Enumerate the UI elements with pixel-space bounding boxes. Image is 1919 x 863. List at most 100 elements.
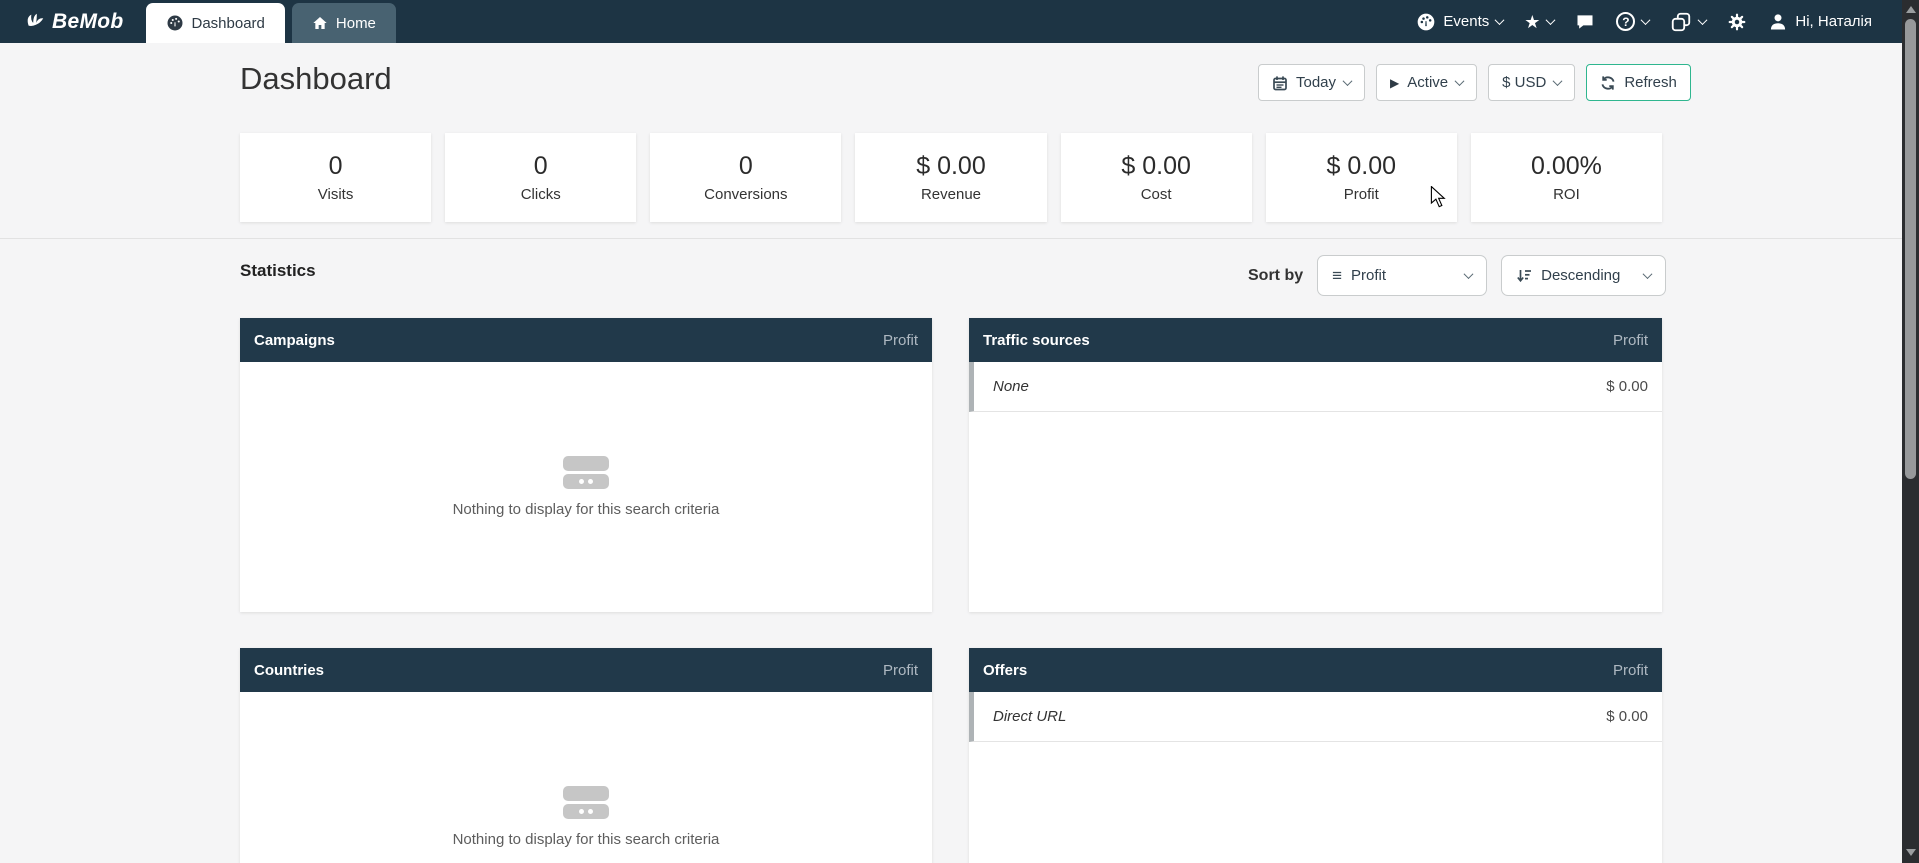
kpi-value: 0.00% — [1531, 152, 1602, 181]
kpi-card-conversions: 0 Conversions — [650, 133, 841, 222]
database-icon-dot — [579, 809, 584, 814]
database-icon-top — [563, 786, 609, 801]
panel-traffic-sources-header: Traffic sources Profit — [969, 318, 1662, 362]
status-filter-label: Active — [1407, 74, 1448, 91]
table-row[interactable]: Direct URL $ 0.00 — [969, 692, 1662, 742]
refresh-button[interactable]: Refresh — [1586, 64, 1691, 101]
tab-dashboard-label: Dashboard — [192, 15, 265, 32]
table-row[interactable]: None $ 0.00 — [969, 362, 1662, 412]
kpi-card-revenue: $ 0.00 Revenue — [855, 133, 1046, 222]
scrollbar-down-arrow-icon[interactable] — [1906, 849, 1916, 856]
kpi-label: Conversions — [704, 186, 787, 203]
chevron-down-icon — [1643, 269, 1653, 279]
row-name: None — [993, 378, 1029, 395]
chevron-down-icon — [1641, 15, 1651, 25]
sort-field-value: Profit — [1351, 267, 1386, 284]
kpi-value: $ 0.00 — [1327, 152, 1397, 181]
sort-field-icon: ≡ — [1332, 266, 1342, 286]
panel-column-label: Profit — [883, 662, 918, 679]
scrollbar-up-arrow-icon[interactable] — [1906, 6, 1916, 13]
settings-button[interactable] — [1727, 12, 1747, 32]
scrollbar-thumb[interactable] — [1905, 19, 1916, 479]
chevron-down-icon — [1553, 76, 1563, 86]
panel-campaigns-empty-state: Nothing to display for this search crite… — [240, 362, 932, 612]
dashboard-toolbar: Today ▶ Active $ USD Refresh — [1258, 64, 1691, 101]
database-icon — [563, 786, 609, 819]
status-filter-button[interactable]: ▶ Active — [1376, 64, 1477, 101]
kpi-cards-row: 0 Visits 0 Clicks 0 Conversions $ 0.00 R… — [240, 133, 1662, 222]
kpi-label: Cost — [1141, 186, 1172, 203]
user-menu[interactable]: Hi, Наталія — [1768, 12, 1872, 32]
kpi-card-cost: $ 0.00 Cost — [1061, 133, 1252, 222]
row-value: $ 0.00 — [1606, 708, 1648, 725]
kpi-value: 0 — [534, 152, 548, 181]
user-icon — [1768, 12, 1788, 32]
date-range-label: Today — [1296, 74, 1336, 91]
section-divider — [0, 238, 1902, 239]
sort-by-label: Sort by — [1248, 267, 1303, 285]
events-menu[interactable]: Events — [1416, 12, 1503, 32]
bemob-logo[interactable]: BeMob — [0, 0, 146, 43]
tab-dashboard[interactable]: Dashboard — [146, 3, 285, 43]
sort-direction-select[interactable]: Descending — [1501, 255, 1666, 296]
help-icon: ? — [1616, 12, 1635, 31]
page-title: Dashboard — [240, 61, 392, 97]
panel-countries-empty-state: Nothing to display for this search crite… — [240, 692, 932, 863]
database-icon-dot — [588, 809, 593, 814]
topbar-right-cluster: Events ★ ? — [1416, 0, 1902, 43]
kpi-label: Visits — [318, 186, 354, 203]
favorites-menu[interactable]: ★ — [1524, 13, 1554, 31]
database-icon-bottom — [563, 804, 609, 819]
top-navigation-bar: BeMob Dashboard Home Ev — [0, 0, 1902, 43]
kpi-card-visits: 0 Visits — [240, 133, 431, 222]
panel-countries: Countries Profit Nothing to display for … — [240, 648, 932, 863]
panel-countries-header: Countries Profit — [240, 648, 932, 692]
chat-bubble-icon — [1575, 12, 1595, 32]
kpi-value: 0 — [329, 152, 343, 181]
refresh-icon — [1600, 75, 1616, 91]
kpi-value: $ 0.00 — [916, 152, 986, 181]
vertical-scrollbar[interactable] — [1902, 0, 1919, 863]
layers-icon — [1670, 11, 1692, 33]
kpi-label: Profit — [1344, 186, 1379, 203]
date-range-button[interactable]: Today — [1258, 64, 1365, 101]
bemob-logo-icon — [24, 11, 46, 33]
statistics-heading: Statistics — [240, 261, 316, 281]
calendar-icon — [1272, 75, 1288, 91]
row-name: Direct URL — [993, 708, 1066, 725]
tab-home[interactable]: Home — [292, 3, 396, 43]
sort-descending-icon — [1516, 268, 1532, 284]
feedback-chat-button[interactable] — [1575, 12, 1595, 32]
help-menu[interactable]: ? — [1616, 12, 1649, 31]
sort-direction-value: Descending — [1541, 267, 1620, 284]
tab-home-label: Home — [336, 15, 376, 32]
events-gauge-icon — [1416, 12, 1436, 32]
sort-field-select[interactable]: ≡ Profit — [1317, 255, 1487, 296]
chevron-down-icon — [1546, 15, 1556, 25]
row-value: $ 0.00 — [1606, 378, 1648, 395]
home-icon — [312, 15, 328, 31]
events-label: Events — [1443, 13, 1489, 30]
kpi-value: 0 — [739, 152, 753, 181]
panel-column-label: Profit — [883, 332, 918, 349]
database-icon-bottom — [563, 474, 609, 489]
chevron-down-icon — [1464, 269, 1474, 279]
panel-title: Campaigns — [254, 332, 335, 349]
chevron-down-icon — [1698, 15, 1708, 25]
database-icon-top — [563, 456, 609, 471]
panel-title: Countries — [254, 662, 324, 679]
kpi-card-profit: $ 0.00 Profit — [1266, 133, 1457, 222]
panel-column-label: Profit — [1613, 332, 1648, 349]
empty-state-text: Nothing to display for this search crite… — [453, 831, 720, 848]
panel-title: Traffic sources — [983, 332, 1090, 349]
chevron-down-icon — [1343, 76, 1353, 86]
workspaces-menu[interactable] — [1670, 11, 1706, 33]
panel-traffic-sources: Traffic sources Profit None $ 0.00 — [969, 318, 1662, 612]
panel-column-label: Profit — [1613, 662, 1648, 679]
currency-button[interactable]: $ USD — [1488, 64, 1575, 101]
currency-label: $ USD — [1502, 74, 1546, 91]
chevron-down-icon — [1495, 15, 1505, 25]
kpi-label: Clicks — [521, 186, 561, 203]
kpi-value: $ 0.00 — [1121, 152, 1191, 181]
gear-icon — [1727, 12, 1747, 32]
